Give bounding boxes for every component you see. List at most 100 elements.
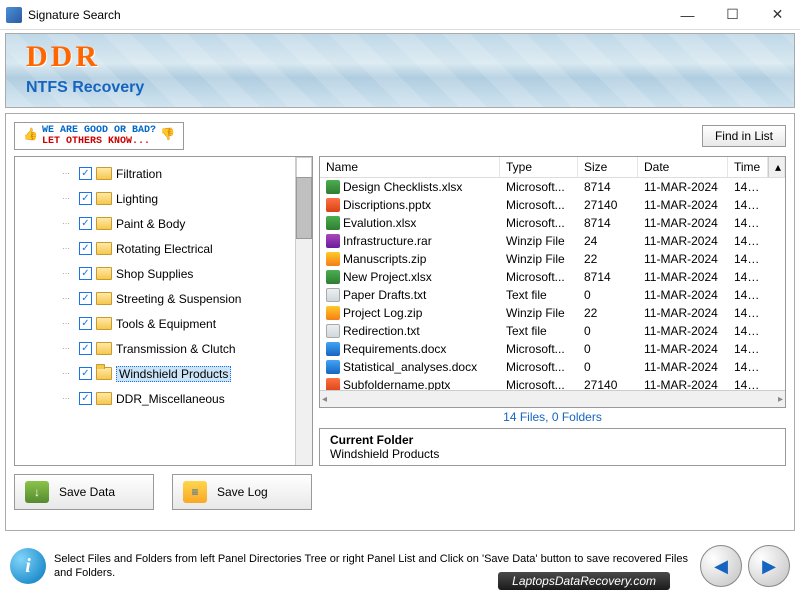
tree-label: DDR_Miscellaneous (116, 392, 225, 406)
tree-expand-icon: ⋯ (57, 294, 75, 303)
tree-label: Transmission & Clutch (116, 342, 236, 356)
tree-item-1[interactable]: ⋯ ✓ Lighting (17, 186, 293, 211)
tree-expand-icon: ⋯ (57, 219, 75, 228)
folder-icon (96, 342, 112, 355)
tree-item-0[interactable]: ⋯✓Filtration (17, 161, 293, 186)
logo-text: DDR (26, 40, 100, 74)
close-button[interactable]: ✕ (755, 0, 800, 30)
tree-expand-icon: ⋯ (57, 194, 75, 203)
file-scroll-up[interactable]: ▴ (768, 157, 785, 177)
tree-item-7[interactable]: ⋯ ✓ Transmission & Clutch (17, 336, 293, 361)
tree-checkbox[interactable]: ✓ (79, 392, 92, 405)
folder-icon (96, 242, 112, 255)
file-row[interactable]: Redirection.txtText file011-MAR-202414:0… (320, 322, 785, 340)
file-header: Name Type Size Date Time ▴ (320, 157, 785, 178)
file-icon (326, 198, 340, 212)
site-badge: LaptopsDataRecovery.com (498, 572, 670, 590)
file-row[interactable]: Discriptions.pptxMicrosoft...2714011-MAR… (320, 196, 785, 214)
tree-label: Paint & Body (116, 217, 185, 231)
window-title: Signature Search (28, 8, 665, 22)
folder-icon (96, 367, 112, 380)
banner: DDR NTFS Recovery (5, 33, 795, 108)
file-row[interactable]: New Project.xlsxMicrosoft...871411-MAR-2… (320, 268, 785, 286)
tree-item-4[interactable]: ⋯✓Shop Supplies (17, 261, 293, 286)
footer: i Select Files and Folders from left Pan… (0, 536, 800, 596)
tree-checkbox[interactable]: ✓ (79, 342, 92, 355)
maximize-button[interactable]: ☐ (710, 0, 755, 30)
col-date[interactable]: Date (638, 157, 728, 177)
file-icon (326, 342, 340, 356)
file-icon (326, 252, 340, 266)
minimize-button[interactable]: — (665, 0, 710, 30)
find-in-list-button[interactable]: Find in List (702, 125, 786, 147)
file-icon (326, 216, 340, 230)
content-area: 👍 WE ARE GOOD OR BAD? LET OTHERS KNOW...… (5, 113, 795, 531)
tree-scrollbar[interactable] (295, 157, 312, 465)
save-data-icon (25, 481, 49, 503)
file-icon (326, 288, 340, 302)
save-log-button[interactable]: Save Log (172, 474, 312, 510)
file-list-panel: Name Type Size Date Time ▴ Design Checkl… (319, 156, 786, 408)
nav-next-button[interactable]: ▶ (748, 545, 790, 587)
file-row[interactable]: Project Log.zipWinzip File2211-MAR-20241… (320, 304, 785, 322)
folder-icon (96, 167, 112, 180)
nav-back-button[interactable]: ◀ (700, 545, 742, 587)
tree-label: Tools & Equipment (116, 317, 216, 331)
tree-checkbox[interactable]: ✓ (79, 242, 92, 255)
folder-icon (96, 392, 112, 405)
folder-icon (96, 192, 112, 205)
file-row[interactable]: Paper Drafts.txtText file011-MAR-202414:… (320, 286, 785, 304)
tree-item-8[interactable]: ⋯ ✓ Windshield Products (17, 361, 293, 386)
tree-expand-icon: ⋯ (57, 369, 75, 378)
file-icon (326, 378, 340, 390)
file-icon (326, 270, 340, 284)
tree-item-3[interactable]: ⋯ ✓ Rotating Electrical (17, 236, 293, 261)
folder-icon (96, 217, 112, 230)
col-size[interactable]: Size (578, 157, 638, 177)
tree-item-9[interactable]: ⋯✓DDR_Miscellaneous (17, 386, 293, 411)
current-folder-title: Current Folder (330, 433, 775, 447)
titlebar: Signature Search — ☐ ✕ (0, 0, 800, 30)
save-data-button[interactable]: Save Data (14, 474, 154, 510)
col-type[interactable]: Type (500, 157, 578, 177)
file-hscrollbar[interactable]: ◂▸ (320, 390, 785, 407)
tree-checkbox[interactable]: ✓ (79, 167, 92, 180)
col-time[interactable]: Time (728, 157, 768, 177)
tree-label: Lighting (116, 192, 158, 206)
file-row[interactable]: Evalution.xlsxMicrosoft...871411-MAR-202… (320, 214, 785, 232)
col-name[interactable]: Name (320, 157, 500, 177)
tree-expand-icon: ⋯ (57, 244, 75, 253)
tree-expand-icon: ⋯ (57, 169, 75, 178)
file-row[interactable]: Design Checklists.xlsxMicrosoft...871411… (320, 178, 785, 196)
file-row[interactable]: Infrastructure.rarWinzip File2411-MAR-20… (320, 232, 785, 250)
file-row[interactable]: Statistical_analyses.docxMicrosoft...011… (320, 358, 785, 376)
thumbs-up-icon: 👍 (23, 129, 38, 142)
info-icon: i (10, 548, 46, 584)
file-row[interactable]: Subfoldername.pptxMicrosoft...2714011-MA… (320, 376, 785, 390)
save-log-icon (183, 481, 207, 503)
tree-checkbox[interactable]: ✓ (79, 267, 92, 280)
tree-checkbox[interactable]: ✓ (79, 292, 92, 305)
file-row[interactable]: Manuscripts.zipWinzip File2211-MAR-20241… (320, 250, 785, 268)
tree-panel: ⋯✓Filtration⋯✓Lighting⋯✓Paint & Body⋯✓Ro… (14, 156, 313, 466)
current-folder-box: Current Folder Windshield Products (319, 428, 786, 466)
tree-checkbox[interactable]: ✓ (79, 192, 92, 205)
file-icon (326, 324, 340, 338)
feedback-button[interactable]: 👍 WE ARE GOOD OR BAD? LET OTHERS KNOW...… (14, 122, 184, 150)
thumbs-down-icon: 👎 (160, 129, 175, 142)
tree-item-6[interactable]: ⋯✓Tools & Equipment (17, 311, 293, 336)
tree-checkbox[interactable]: ✓ (79, 217, 92, 230)
tree-label: Rotating Electrical (116, 242, 213, 256)
file-summary: 14 Files, 0 Folders (319, 408, 786, 426)
tree-item-5[interactable]: ⋯✓Streeting & Suspension (17, 286, 293, 311)
tree-label: Windshield Products (116, 366, 231, 382)
file-icon (326, 360, 340, 374)
folder-icon (96, 267, 112, 280)
banner-subtitle: NTFS Recovery (26, 79, 144, 97)
file-row[interactable]: Requirements.docxMicrosoft...011-MAR-202… (320, 340, 785, 358)
tree-checkbox[interactable]: ✓ (79, 367, 92, 380)
file-icon (326, 306, 340, 320)
tree-item-2[interactable]: ⋯ ✓ Paint & Body (17, 211, 293, 236)
tree-checkbox[interactable]: ✓ (79, 317, 92, 330)
tree-expand-icon: ⋯ (57, 344, 75, 353)
